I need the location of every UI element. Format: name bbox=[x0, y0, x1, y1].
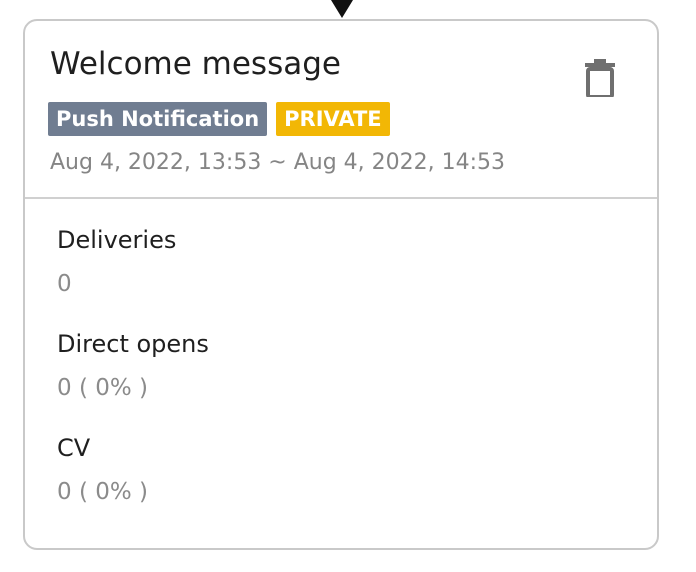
delete-message-button[interactable] bbox=[585, 59, 615, 99]
cv-value: 0 ( 0% ) bbox=[57, 479, 149, 506]
direct-opens-metric: Direct opens 0 ( 0% ) bbox=[57, 331, 637, 435]
connector-arrow bbox=[331, 0, 353, 18]
private-badge: PRIVATE bbox=[276, 102, 390, 136]
trash-icon bbox=[585, 59, 615, 99]
message-card: Welcome message Push Notification PRIVAT… bbox=[23, 19, 659, 550]
cv-metric: CV 0 ( 0% ) bbox=[57, 435, 637, 539]
deliveries-label: Deliveries bbox=[57, 226, 177, 254]
message-date-range: Aug 4, 2022, 13:53 ~ Aug 4, 2022, 14:53 bbox=[50, 150, 506, 175]
direct-opens-label: Direct opens bbox=[57, 330, 209, 358]
message-card-header: Welcome message Push Notification PRIVAT… bbox=[25, 21, 657, 199]
direct-opens-value: 0 ( 0% ) bbox=[57, 375, 149, 402]
message-metrics: Deliveries 0 Direct opens 0 ( 0% ) CV 0 … bbox=[57, 227, 637, 539]
message-badges: Push Notification PRIVATE bbox=[48, 102, 390, 136]
push-notification-badge: Push Notification bbox=[48, 102, 268, 136]
deliveries-metric: Deliveries 0 bbox=[57, 227, 637, 331]
deliveries-value: 0 bbox=[57, 271, 72, 298]
cv-label: CV bbox=[57, 434, 91, 462]
message-title: Welcome message bbox=[50, 46, 341, 82]
